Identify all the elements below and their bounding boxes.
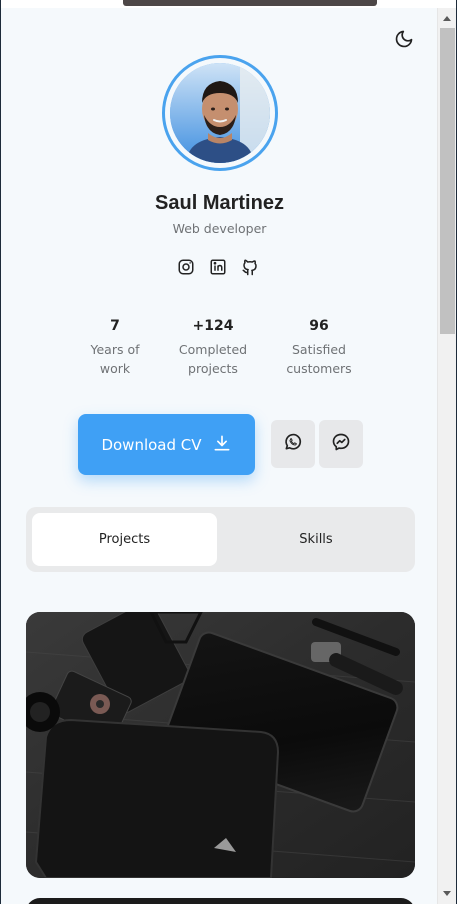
whatsapp-button[interactable] <box>271 420 315 468</box>
download-icon <box>212 433 232 457</box>
stat-value: +124 <box>192 318 234 334</box>
stat-label-line: work <box>99 361 131 376</box>
download-cv-label: Download CV <box>101 435 202 454</box>
stat-label-line: Completed <box>178 342 248 357</box>
stat-customers: 96 Satisfied customers <box>269 318 369 378</box>
stat-label-line: projects <box>188 361 238 376</box>
instagram-icon[interactable] <box>177 258 195 276</box>
tabs: Projects Skills <box>26 507 415 572</box>
github-icon[interactable] <box>241 258 259 276</box>
tab-projects[interactable]: Projects <box>32 513 217 566</box>
social-links <box>177 258 259 278</box>
scroll-down-icon[interactable] <box>443 891 451 896</box>
scroll-up-icon[interactable] <box>443 16 451 21</box>
linkedin-icon[interactable] <box>209 258 227 276</box>
stat-projects: +124 Completed projects <box>163 318 263 378</box>
scrollbar-thumb[interactable] <box>440 28 455 334</box>
whatsapp-icon <box>283 432 303 456</box>
stat-label-line: Years of <box>90 342 140 357</box>
avatar-ring <box>162 55 278 171</box>
messenger-icon <box>331 432 351 456</box>
stat-label-line: Satisfied <box>292 342 346 357</box>
stat-label-line: customers <box>286 361 352 376</box>
project-card[interactable] <box>26 898 415 904</box>
project-card[interactable] <box>26 612 415 878</box>
stat-label: Satisfied customers <box>269 340 369 378</box>
window-top-bar <box>1 0 456 8</box>
avatar <box>170 63 270 163</box>
tab-skills[interactable]: Skills <box>223 513 409 566</box>
messenger-button[interactable] <box>319 420 363 468</box>
download-cv-button[interactable]: Download CV <box>78 414 255 475</box>
stat-value: 7 <box>110 318 120 334</box>
profile-role: Web developer <box>172 221 267 236</box>
project-image <box>26 612 415 878</box>
stat-value: 96 <box>309 318 329 334</box>
moon-icon[interactable] <box>391 26 417 52</box>
profile-name: Saul Martinez <box>155 192 284 214</box>
window-top-notch <box>123 0 377 6</box>
scrollbar[interactable] <box>437 8 456 904</box>
stats-section: 7 Years of work +124 Completed projects … <box>71 318 371 388</box>
stat-label: Completed projects <box>163 340 263 378</box>
stat-years: 7 Years of work <box>65 318 165 378</box>
stat-label: Years of work <box>65 340 165 378</box>
browser-window: Saul Martinez Web developer 7 Years of w… <box>0 0 457 904</box>
